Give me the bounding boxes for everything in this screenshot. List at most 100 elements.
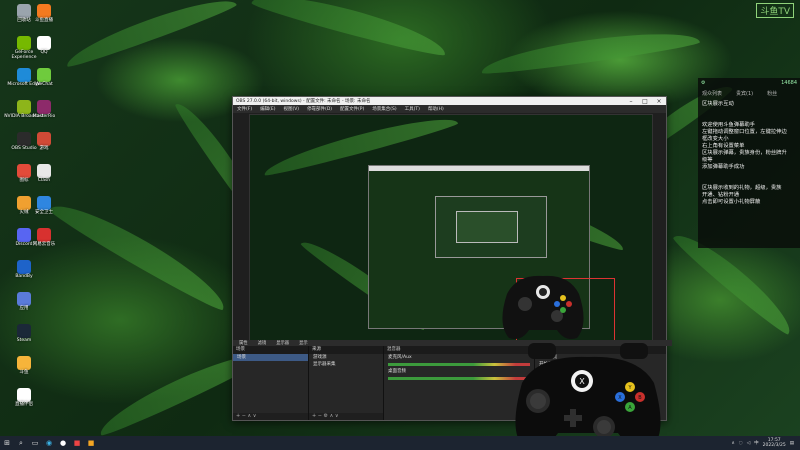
desktop-icon-label: 安全卫士 <box>35 210 53 215</box>
interaction-line: 区块展示互动 <box>702 101 734 107</box>
obs-title: OBS 27.0.0 (64-bit, windows) - 配置文件: 未命名… <box>236 99 371 104</box>
obs-titlebar[interactable]: OBS 27.0.0 (64-bit, windows) - 配置文件: 未命名… <box>233 97 666 105</box>
desktop-icon-label: Clash <box>37 178 51 183</box>
viewer-count: 14684 <box>781 80 797 86</box>
obs-menu-item[interactable]: 场景集合(S) <box>372 106 396 112</box>
scene-item[interactable]: 场景 <box>233 354 308 361</box>
obs-menu-item[interactable]: 帮助(H) <box>428 106 444 112</box>
wechat-icon <box>37 68 51 82</box>
taskbar: ⊞ ⌕ ▭ ◉ ● ■ ■ ∧ ◌ ◁ 中 17:57 2022/3/25 ▤ <box>0 436 800 450</box>
desktop-icon[interactable]: 网易云音乐 <box>22 228 66 258</box>
desktop-icon-label: 斗鱼直播 <box>35 18 53 23</box>
svg-text:X: X <box>618 395 622 401</box>
desktop-icon[interactable]: 斗鱼直播 <box>22 4 66 34</box>
xbox-controller-overlay: X Y B X A <box>515 343 661 449</box>
desktop-icon[interactable]: 直播伴侣 <box>2 388 46 418</box>
desktop-icon-label: 斗鱼 <box>19 370 29 375</box>
app-icon <box>37 100 51 114</box>
desktop-icon-label: WeChat <box>35 82 53 87</box>
start-icon[interactable]: ⊞ <box>2 438 12 448</box>
search-icon[interactable]: ⌕ <box>16 438 26 448</box>
app-taskbar-icon[interactable]: ■ <box>86 438 96 448</box>
chat-message: 区块展示收到的礼物，超级，贵族 <box>702 185 782 191</box>
tab-fans[interactable]: 粉丝 <box>767 90 777 97</box>
close-icon[interactable]: × <box>652 98 666 105</box>
network-icon[interactable]: ◌ <box>739 441 743 446</box>
obs-menubar: 文件(F) 编辑(E) 视图(V) 停靠部件(D) 配置文件(P) 场景集合(S) 工具(T… <box>233 105 666 113</box>
desktop-icon-label: 应用 <box>19 306 29 311</box>
desktop-icon-label: 直播伴侣 <box>15 402 33 407</box>
scenes-dock-controls[interactable]: + − ∧ ∨ <box>233 413 308 420</box>
gift-messages: 区块展示收到的礼物，超级，贵族 开通、钻粉开通 点击即可设置小礼物屏蔽 <box>698 183 800 208</box>
desktop-icon[interactable]: 应用 <box>2 292 46 322</box>
chat-message: 级等 <box>702 157 713 163</box>
desktop-icon-label: Steam <box>16 338 32 343</box>
app-icon <box>17 356 31 370</box>
volume-icon[interactable]: ◁ <box>747 441 750 446</box>
chat-message: 欢迎使用斗鱼弹幕助手 <box>702 122 755 128</box>
desktop-icon[interactable]: Clash <box>22 164 66 194</box>
taskview-icon[interactable]: ▭ <box>30 438 40 448</box>
chat-message: 左键拖动调整窗口位置，左键拉伸边 <box>702 129 787 135</box>
sources-header: 来源 <box>309 346 383 354</box>
obs-menu-item[interactable]: 工具(T) <box>405 106 420 112</box>
obs-menu-item[interactable]: 文件(F) <box>237 106 252 112</box>
desktop-icon[interactable]: WeChat <box>22 68 66 98</box>
douyu-icon <box>37 4 51 18</box>
svg-text:B: B <box>638 395 642 401</box>
sources-dock: 来源 游戏源 显示器采集 + − ⚙ ∧ ∨ <box>309 346 384 420</box>
obs-menu-item[interactable]: 视图(V) <box>283 106 299 112</box>
xbox-controller-overlay-small <box>502 275 584 339</box>
tray-chevron-icon[interactable]: ∧ <box>731 441 734 446</box>
tab-viewers[interactable]: 观众列表 <box>702 90 722 97</box>
desktop-icon-label: 游戏 <box>39 146 49 151</box>
maximize-icon[interactable]: □ <box>638 98 652 105</box>
nested-preview-level3 <box>456 211 518 243</box>
source-item[interactable]: 显示器采集 <box>309 361 383 368</box>
music-icon <box>37 228 51 242</box>
chat-message: 开通、钻粉开通 <box>702 192 740 198</box>
desktop-icon[interactable]: 安全卫士 <box>22 196 66 226</box>
obs-menu-item[interactable]: 停靠部件(D) <box>307 106 332 112</box>
watermark: 斗鱼TV <box>756 3 794 18</box>
app-taskbar-icon[interactable]: ■ <box>72 438 82 448</box>
app-icon <box>37 132 51 146</box>
app-icon <box>37 164 51 178</box>
sources-dock-controls[interactable]: + − ⚙ ∧ ∨ <box>309 413 383 420</box>
edge-taskbar-icon[interactable]: ◉ <box>44 438 54 448</box>
app-icon <box>17 260 31 274</box>
notification-icon[interactable]: ▤ <box>790 441 794 446</box>
desktop-icon[interactable]: QQ <box>22 36 66 66</box>
obs-taskbar-icon[interactable]: ● <box>58 438 68 448</box>
desktop-icon[interactable]: 游戏 <box>22 132 66 162</box>
chat-message: 添加弹幕助手成功 <box>702 164 745 170</box>
svg-text:X: X <box>579 377 585 386</box>
steam-icon <box>17 324 31 338</box>
desktop-icon[interactable]: Steam <box>2 324 46 354</box>
obs-menu-item[interactable]: 编辑(E) <box>260 106 275 112</box>
chat-message: 右上角有设置菜单 <box>702 143 745 149</box>
tab-vip[interactable]: 贵宾(1) <box>736 90 753 97</box>
desktop-icon[interactable]: BandBy <box>2 260 46 290</box>
chat-tabs: 观众列表 贵宾(1) 粉丝 <box>698 88 800 99</box>
desktop-icon[interactable]: MasterRio <box>22 100 66 130</box>
settings-icon[interactable]: ⚙ <box>701 80 705 86</box>
language-indicator[interactable]: 中 <box>754 440 759 446</box>
minimize-icon[interactable]: – <box>624 98 638 105</box>
app-icon <box>17 292 31 306</box>
desktop-icon-label: MasterRio <box>32 114 56 119</box>
shield-icon <box>37 196 51 210</box>
obs-menu-item[interactable]: 配置文件(P) <box>340 106 364 112</box>
svg-text:A: A <box>628 405 632 411</box>
nested-preview-level2 <box>435 196 547 258</box>
obs-preview[interactable] <box>249 114 653 344</box>
desktop-icon-label: 网易云音乐 <box>32 242 56 247</box>
chat-message: 框改变大小 <box>702 136 729 142</box>
desktop-icon[interactable]: 斗鱼 <box>2 356 46 386</box>
app-icon <box>17 388 31 402</box>
chat-message: 点击即可设置小礼物屏蔽 <box>702 199 761 205</box>
welcome-messages: 欢迎使用斗鱼弹幕助手 左键拖动调整窗口位置，左键拉伸边 框改变大小 右上角有设置菜单区… <box>698 120 800 173</box>
clock[interactable]: 17:57 2022/3/25 <box>763 438 786 448</box>
danmu-assistant-panel[interactable]: ⚙ 14684 观众列表 贵宾(1) 粉丝 区块展示互动 欢迎使用斗鱼弹幕助手左… <box>698 78 800 248</box>
source-item[interactable]: 游戏源 <box>309 354 383 361</box>
